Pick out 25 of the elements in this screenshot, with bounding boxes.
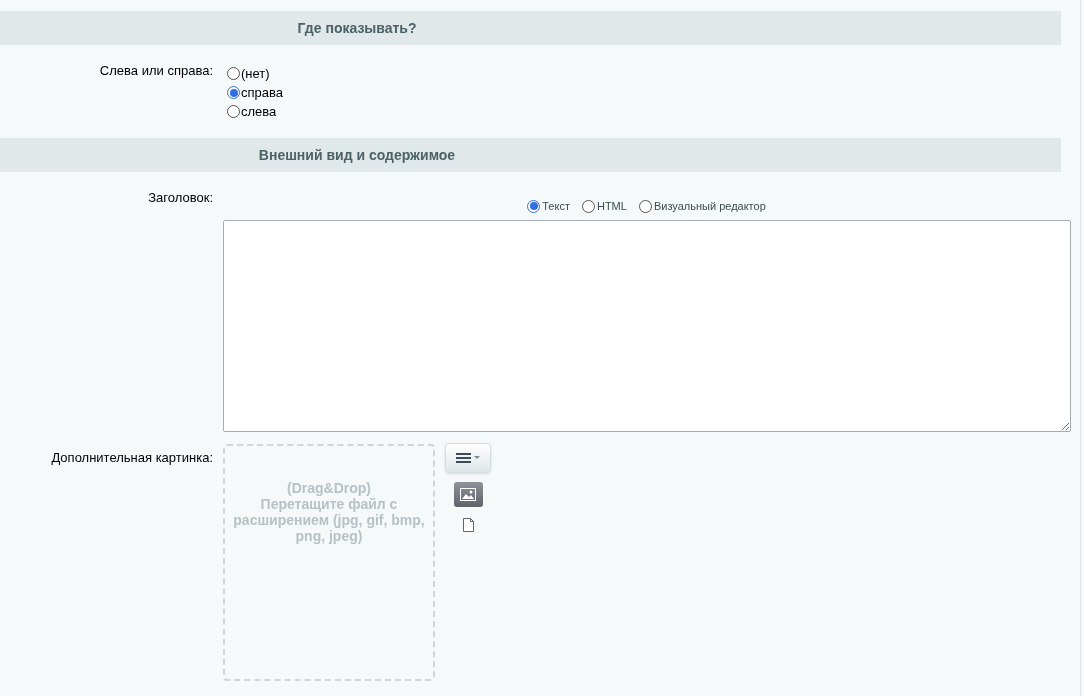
option-label: Текст	[542, 199, 570, 214]
radio-button[interactable]	[227, 67, 240, 80]
radio-button[interactable]	[227, 86, 240, 99]
menu-icon	[456, 452, 480, 463]
field-label: Заголовок:	[147, 190, 213, 207]
image-button[interactable]	[453, 481, 483, 507]
field-label: Слева или справа:	[98, 63, 213, 80]
radio-button[interactable]	[581, 199, 595, 213]
option-label: Визуальный редактор	[653, 199, 766, 214]
field-label: Дополнительная картинка:	[50, 449, 213, 467]
option-label: слева	[241, 102, 277, 121]
section-header: Внешний вид и содержимое	[0, 138, 1061, 172]
radio-button[interactable]	[227, 105, 240, 118]
section-header: Где показывать?	[0, 11, 1061, 45]
file-icon[interactable]	[462, 517, 474, 532]
drop-zone[interactable]: (Drag&Drop) Перетащите файл с расширением (jpg, gif, bmp, png, jpeg)	[223, 443, 435, 681]
drop-hint: (Drag&Drop)	[287, 479, 371, 496]
option-label: HTML	[596, 199, 627, 214]
image-icon	[460, 487, 476, 501]
radio-button[interactable]	[638, 199, 652, 213]
option-label: (нет)	[241, 64, 270, 83]
radio-button[interactable]	[527, 199, 541, 213]
option-label: справа	[241, 83, 283, 102]
menu-button[interactable]	[445, 442, 491, 473]
drop-hint: Перетащите файл с расширением (jpg, gif, bmp, png, jpeg)	[233, 495, 425, 544]
